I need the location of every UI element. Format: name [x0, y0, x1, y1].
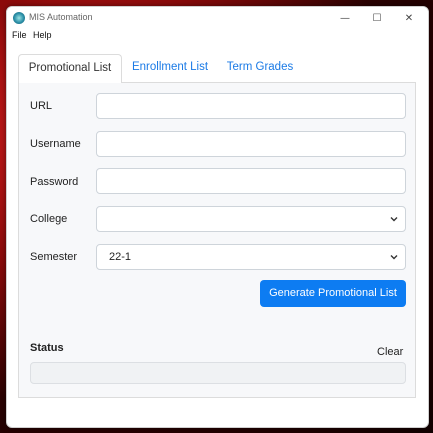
- url-field[interactable]: [96, 93, 406, 119]
- app-window: MIS Automation — ☐ ✕ File Help Promotion…: [6, 6, 429, 428]
- college-select[interactable]: [96, 206, 406, 232]
- password-label: Password: [30, 176, 79, 188]
- semester-select[interactable]: 22-1: [96, 244, 406, 270]
- chevron-down-icon: [390, 255, 398, 260]
- chevron-down-icon: [390, 217, 398, 222]
- password-field[interactable]: [96, 168, 406, 194]
- url-label: URL: [30, 100, 53, 112]
- main-content: Promotional List Enrollment List Term Gr…: [7, 7, 428, 407]
- semester-label: Semester: [30, 251, 78, 263]
- clear-button[interactable]: Clear: [377, 346, 403, 358]
- tab-enrollment-list[interactable]: Enrollment List: [126, 54, 214, 81]
- status-label: Status: [30, 342, 64, 354]
- tab-promotional-list[interactable]: Promotional List: [18, 54, 122, 83]
- status-output: [30, 362, 406, 384]
- college-label: College: [30, 213, 68, 225]
- generate-promotional-list-button[interactable]: Generate Promotional List: [260, 280, 406, 307]
- semester-select-value: 22-1: [109, 251, 132, 263]
- username-label: Username: [30, 138, 81, 150]
- tab-panel: [18, 82, 416, 398]
- tab-term-grades[interactable]: Term Grades: [222, 54, 298, 81]
- username-field[interactable]: [96, 131, 406, 157]
